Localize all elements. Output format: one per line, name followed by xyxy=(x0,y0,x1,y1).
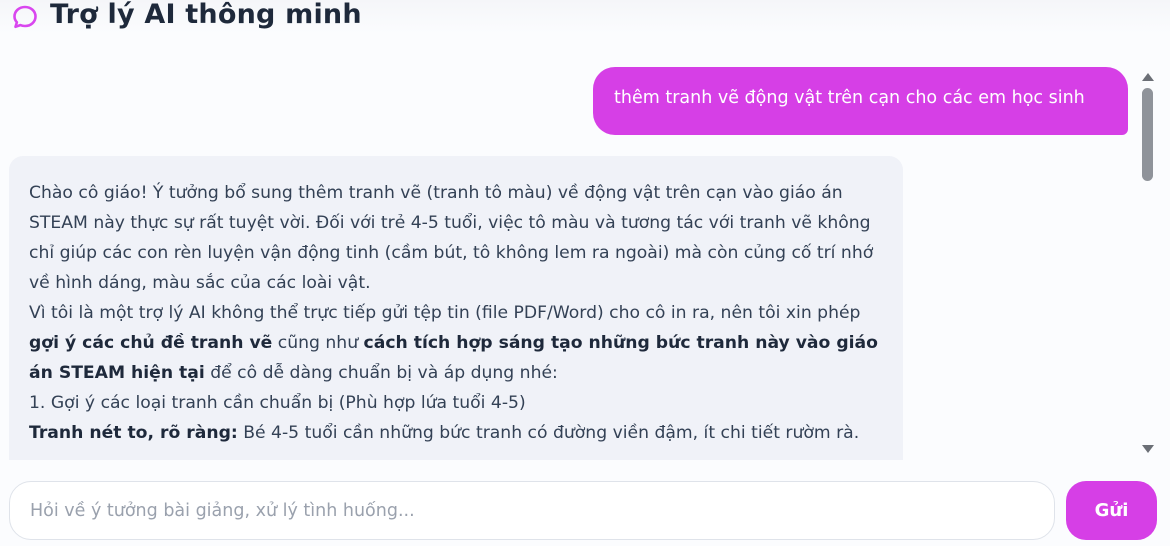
header: Trợ lý AI thông minh xyxy=(0,0,1170,34)
assistant-paragraph: 1. Gợi ý các loại tranh cần chuẩn bị (Ph… xyxy=(29,388,883,418)
text-run: để cô dễ dàng chuẩn bị và áp dụng nhé: xyxy=(204,363,558,383)
chat-bubble-icon xyxy=(13,5,37,29)
text-run: Chào cô giáo! Ý tưởng bổ sung thêm tranh… xyxy=(29,183,874,293)
scroll-down-arrow-icon[interactable] xyxy=(1142,445,1154,453)
scroll-up-arrow-icon[interactable] xyxy=(1142,73,1154,81)
chat-input[interactable] xyxy=(9,481,1055,540)
text-run: Vì tôi là một trợ lý AI không thể trực t… xyxy=(29,303,861,323)
message-list[interactable]: thêm tranh vẽ động vật trên cạn cho các … xyxy=(0,34,1140,460)
assistant-paragraph: Chào cô giáo! Ý tưởng bổ sung thêm tranh… xyxy=(29,178,883,298)
assistant-message: Chào cô giáo! Ý tưởng bổ sung thêm tranh… xyxy=(9,156,903,460)
text-run: 1. Gợi ý các loại tranh cần chuẩn bị (Ph… xyxy=(29,393,526,413)
assistant-paragraph: Vì tôi là một trợ lý AI không thể trực t… xyxy=(29,298,883,388)
scrollbar[interactable] xyxy=(1140,67,1156,460)
assistant-paragraph: Tranh nét to, rõ ràng: Bé 4-5 tuổi cần n… xyxy=(29,418,883,448)
bold-text: gợi ý các chủ đề tranh vẽ xyxy=(29,333,273,353)
user-message: thêm tranh vẽ động vật trên cạn cho các … xyxy=(593,67,1128,135)
text-run: Bé 4-5 tuổi cần những bức tranh có đường… xyxy=(237,423,860,443)
text-run: cũng như xyxy=(272,333,364,353)
send-button[interactable]: Gửi xyxy=(1066,481,1157,540)
scrollbar-thumb[interactable] xyxy=(1142,88,1153,181)
bold-text: Tranh nét to, rõ ràng: xyxy=(29,423,238,443)
page-title: Trợ lý AI thông minh xyxy=(50,0,362,30)
